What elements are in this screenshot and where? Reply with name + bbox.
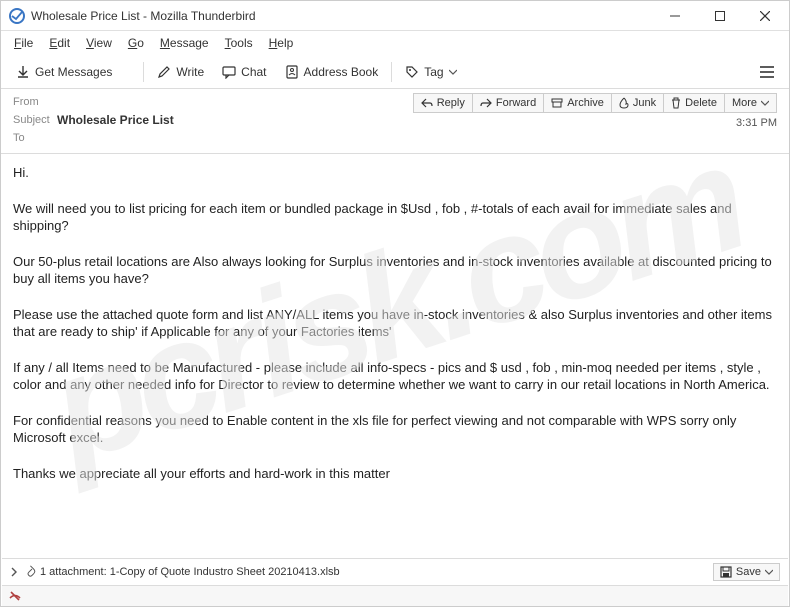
trash-icon xyxy=(671,97,681,109)
menu-help[interactable]: Help xyxy=(262,34,301,52)
menu-go[interactable]: Go xyxy=(121,34,151,52)
paperclip-icon xyxy=(24,565,36,579)
to-label: To xyxy=(13,132,57,144)
more-label: More xyxy=(732,97,757,109)
menu-tools[interactable]: Tools xyxy=(218,34,260,52)
body-paragraph: Thanks we appreciate all your efforts an… xyxy=(13,465,777,483)
write-label: Write xyxy=(176,65,204,79)
reply-icon xyxy=(421,98,433,108)
close-button[interactable] xyxy=(742,1,787,31)
archive-button[interactable]: Archive xyxy=(543,93,612,113)
menu-edit[interactable]: Edit xyxy=(42,34,77,52)
chat-icon xyxy=(222,65,236,79)
message-time: 3:31 PM xyxy=(736,117,777,129)
subject-label: Subject xyxy=(13,114,57,126)
chat-label: Chat xyxy=(241,65,266,79)
forward-button[interactable]: Forward xyxy=(472,93,544,113)
toolbar-divider xyxy=(143,62,144,82)
body-paragraph: Our 50-plus retail locations are Also al… xyxy=(13,253,777,288)
app-icon xyxy=(9,8,25,24)
archive-label: Archive xyxy=(567,97,604,109)
body-paragraph: If any / all Items need to be Manufactur… xyxy=(13,359,777,394)
main-toolbar: Get Messages Write Chat Address Book Tag xyxy=(1,55,789,89)
attachment-summary[interactable]: 1 attachment: 1-Copy of Quote Industro S… xyxy=(40,566,340,578)
address-book-button[interactable]: Address Book xyxy=(276,60,388,84)
subject-value: Wholesale Price List xyxy=(57,113,413,127)
reply-button[interactable]: Reply xyxy=(413,93,473,113)
more-button[interactable]: More xyxy=(724,93,777,113)
status-bar xyxy=(2,585,788,606)
chat-button[interactable]: Chat xyxy=(213,60,275,84)
chevron-down-icon xyxy=(761,99,769,107)
window-title: Wholesale Price List - Mozilla Thunderbi… xyxy=(31,9,256,23)
save-attachment-button[interactable]: Save xyxy=(713,563,780,581)
reply-label: Reply xyxy=(437,97,465,109)
toolbar-divider xyxy=(391,62,392,82)
forward-icon xyxy=(480,98,492,108)
minimize-button[interactable] xyxy=(652,1,697,31)
get-messages-button[interactable]: Get Messages xyxy=(7,60,121,84)
download-icon xyxy=(16,65,30,79)
junk-button[interactable]: Junk xyxy=(611,93,664,113)
archive-icon xyxy=(551,98,563,108)
body-paragraph: We will need you to list pricing for eac… xyxy=(13,200,777,235)
menu-message[interactable]: Message xyxy=(153,34,216,52)
chevron-down-icon xyxy=(765,568,773,576)
chevron-down-icon xyxy=(449,68,457,76)
menu-file[interactable]: File xyxy=(7,34,40,52)
tag-label: Tag xyxy=(424,65,443,79)
maximize-button[interactable] xyxy=(697,1,742,31)
delete-label: Delete xyxy=(685,97,717,109)
offline-icon[interactable] xyxy=(8,589,22,603)
message-actions: Reply Forward Archive Junk Delete xyxy=(413,93,777,113)
delete-button[interactable]: Delete xyxy=(663,93,725,113)
hamburger-icon xyxy=(759,65,775,79)
from-label: From xyxy=(13,96,57,108)
message-body: Hi. We will need you to list pricing for… xyxy=(1,154,789,564)
window-titlebar: Wholesale Price List - Mozilla Thunderbi… xyxy=(1,1,789,31)
address-book-label: Address Book xyxy=(304,65,379,79)
save-label: Save xyxy=(736,566,761,578)
flame-icon xyxy=(619,97,629,109)
get-messages-dropdown[interactable] xyxy=(121,63,139,81)
junk-label: Junk xyxy=(633,97,656,109)
write-button[interactable]: Write xyxy=(148,60,213,84)
forward-label: Forward xyxy=(496,97,536,109)
save-icon xyxy=(720,566,732,578)
menu-bar: File Edit View Go Message Tools Help xyxy=(1,31,789,55)
body-paragraph: For confidential reasons you need to Ena… xyxy=(13,412,777,447)
message-headers: From Subject Wholesale Price List To Rep… xyxy=(1,89,789,154)
tag-button[interactable]: Tag xyxy=(396,60,465,84)
body-paragraph: Hi. xyxy=(13,164,777,182)
address-book-icon xyxy=(285,65,299,79)
attachment-expand[interactable] xyxy=(10,567,18,577)
tag-icon xyxy=(405,65,419,79)
app-menu-button[interactable] xyxy=(751,61,783,83)
menu-view[interactable]: View xyxy=(79,34,119,52)
get-messages-label: Get Messages xyxy=(35,65,112,79)
body-paragraph: Please use the attached quote form and l… xyxy=(13,306,777,341)
attachment-bar: 1 attachment: 1-Copy of Quote Industro S… xyxy=(2,558,788,584)
pencil-icon xyxy=(157,65,171,79)
